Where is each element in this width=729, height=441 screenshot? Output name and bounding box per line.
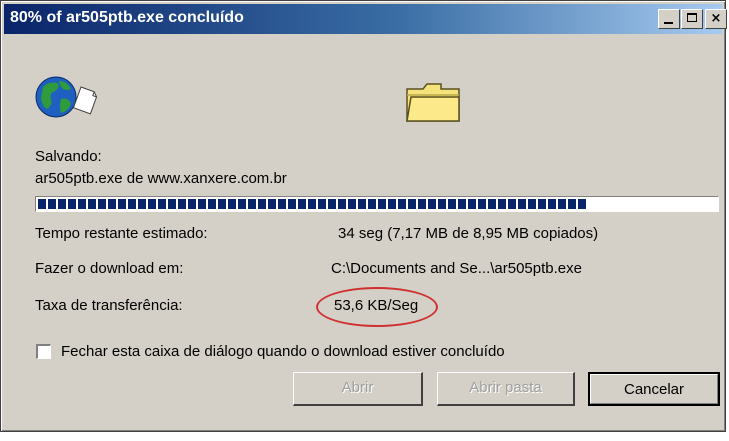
download-dialog: 80% of ar505ptb.exe concluído × Salvando… bbox=[0, 0, 727, 432]
close-button[interactable]: × bbox=[705, 9, 727, 29]
minimize-icon bbox=[664, 22, 673, 24]
download-progress-bar bbox=[35, 196, 719, 212]
transfer-rate-label: Taxa de transferência: bbox=[35, 297, 183, 314]
window-title: 80% of ar505ptb.exe concluído bbox=[10, 9, 244, 26]
highlight-oval bbox=[316, 287, 438, 327]
minimize-button[interactable] bbox=[658, 9, 680, 29]
cancel-button-label: Cancelar bbox=[590, 374, 718, 404]
open-button[interactable]: Abrir bbox=[293, 372, 423, 406]
download-to-label: Fazer o download em: bbox=[35, 260, 184, 277]
cancel-button[interactable]: Cancelar bbox=[588, 372, 720, 406]
close-when-done-label[interactable]: Fechar esta caixa de diálogo quando o do… bbox=[61, 343, 505, 360]
folder-icon bbox=[406, 83, 460, 122]
maximize-button[interactable] bbox=[681, 9, 703, 29]
time-remaining-value: 34 seg (7,17 MB de 8,95 MB copiados) bbox=[338, 225, 599, 242]
time-remaining-label: Tempo restante estimado: bbox=[35, 225, 208, 242]
download-to-value: C:\Documents and Se...\ar505ptb.exe bbox=[331, 260, 582, 277]
close-when-done-checkbox[interactable] bbox=[36, 344, 51, 359]
globe-document-icon bbox=[35, 76, 98, 118]
title-bar[interactable]: 80% of ar505ptb.exe concluído × bbox=[4, 4, 727, 34]
progress-fill bbox=[38, 199, 586, 209]
open-folder-button[interactable]: Abrir pasta bbox=[437, 372, 575, 406]
close-icon: × bbox=[710, 11, 722, 26]
download-source: ar505ptb.exe de www.xanxere.com.br bbox=[35, 170, 287, 187]
maximize-icon bbox=[687, 13, 697, 22]
saving-label: Salvando: bbox=[35, 148, 102, 165]
